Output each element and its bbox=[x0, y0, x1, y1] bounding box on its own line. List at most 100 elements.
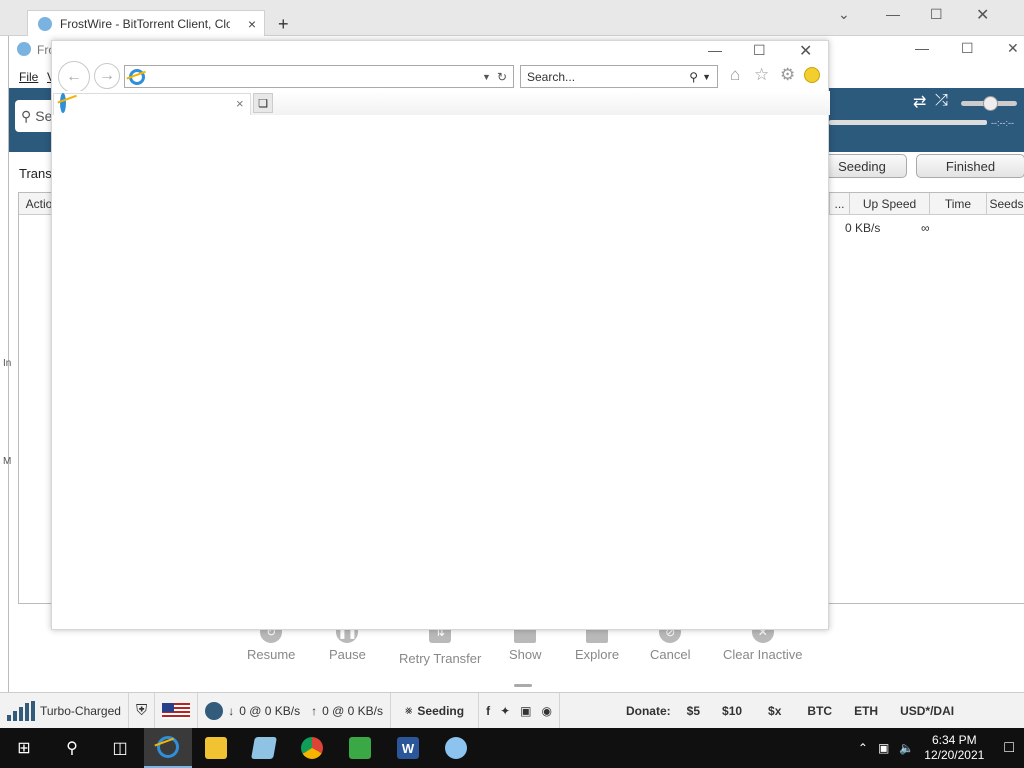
donate-5-button[interactable]: $5 bbox=[679, 704, 708, 718]
col-seeds[interactable]: Seeds bbox=[986, 193, 1024, 215]
progress-slider[interactable] bbox=[829, 120, 987, 125]
clock[interactable]: 6:34 PM 12/20/2021 bbox=[924, 733, 984, 763]
clock-time: 6:34 PM bbox=[931, 733, 977, 747]
folder-icon bbox=[205, 737, 227, 759]
left-edge-label-b: M bbox=[3, 456, 12, 467]
discord-icon[interactable]: ◉ bbox=[542, 704, 552, 718]
file-explorer-button[interactable] bbox=[192, 728, 240, 768]
shuffle-icon[interactable]: ⤮ bbox=[935, 92, 948, 110]
chrome-taskbar-button[interactable] bbox=[288, 728, 336, 768]
windows-logo-icon: ⊞ bbox=[17, 740, 31, 757]
globe-icon bbox=[38, 16, 52, 31]
refresh-icon[interactable]: ↻ bbox=[497, 70, 507, 84]
chevron-up-icon[interactable]: ⌃ bbox=[858, 741, 868, 755]
browser-tab[interactable]: FrostWire - BitTorrent Client, Clou × bbox=[27, 10, 265, 36]
donate-usd-dai-button[interactable]: USD*/DAI bbox=[886, 704, 962, 718]
search-taskbar-button[interactable]: ⚲ bbox=[48, 728, 96, 768]
share-icon: ⨳ bbox=[404, 703, 413, 717]
forward-button[interactable]: → bbox=[94, 63, 120, 89]
col-time[interactable]: Time bbox=[929, 193, 986, 215]
shield-status[interactable]: ⛨ bbox=[129, 692, 156, 729]
dropdown-arrow-icon[interactable]: ▼ bbox=[482, 72, 491, 82]
browser-titlebar: FrostWire - BitTorrent Client, Clou × + … bbox=[0, 0, 1024, 36]
ie-maximize-button[interactable]: ☐ bbox=[753, 42, 766, 59]
seeding-status[interactable]: ⨳ Seeding bbox=[391, 692, 480, 729]
home-icon[interactable]: ⌂ bbox=[730, 65, 740, 85]
chevron-down-icon[interactable]: ⌄ bbox=[838, 6, 850, 23]
resize-handle[interactable] bbox=[514, 684, 532, 687]
resume-label: Resume bbox=[247, 647, 296, 662]
row-up-speed: 0 KB/s bbox=[845, 221, 881, 235]
fw-minimize-button[interactable]: — bbox=[915, 40, 929, 56]
new-tab-button[interactable]: + bbox=[278, 14, 289, 35]
frostwire-taskbar-button[interactable] bbox=[432, 728, 480, 768]
task-view-button[interactable]: ◫ bbox=[96, 728, 144, 768]
volume-muted-icon[interactable]: 🔈 bbox=[899, 741, 914, 755]
donate-btc-button[interactable]: BTC bbox=[789, 704, 840, 718]
upload-rate: 0 @ 0 KB/s bbox=[322, 703, 383, 718]
volume-slider[interactable] bbox=[961, 96, 1017, 111]
network-icon[interactable]: ▣ bbox=[878, 741, 889, 755]
donate-label: Donate: bbox=[625, 703, 671, 718]
ie-taskbar-button[interactable] bbox=[144, 728, 192, 768]
smiley-feedback-icon[interactable] bbox=[804, 67, 820, 83]
filter-finished-button[interactable]: Finished bbox=[916, 154, 1024, 178]
search-icon[interactable]: ⚲ bbox=[689, 70, 698, 84]
ie-titlebar: — ☐ ✕ bbox=[52, 41, 830, 63]
instagram-icon[interactable]: ▣ bbox=[520, 704, 531, 718]
taskbar: ⊞ ⚲ ◫ W ⌃ ▣ 🔈 6:34 PM 12/20/2021 □ bbox=[0, 728, 1024, 768]
word-taskbar-button[interactable]: W bbox=[384, 728, 432, 768]
ie-new-tab-button[interactable]: ❏ bbox=[253, 93, 273, 113]
transfers-label: Transf bbox=[19, 166, 56, 181]
app-taskbar-button[interactable] bbox=[240, 728, 288, 768]
minimize-button[interactable]: — bbox=[886, 6, 900, 22]
fw-close-button[interactable]: ✕ bbox=[1007, 40, 1019, 57]
maximize-button[interactable]: ☐ bbox=[930, 6, 943, 23]
ie-minimize-button[interactable]: — bbox=[708, 42, 722, 58]
address-bar[interactable]: ▼ ↻ bbox=[124, 65, 514, 88]
start-button[interactable]: ⊞ bbox=[0, 728, 48, 768]
menu-file[interactable]: File bbox=[19, 70, 38, 84]
network-app-taskbar-button[interactable] bbox=[336, 728, 384, 768]
ie-tab-row: × ❏ bbox=[52, 91, 830, 115]
ie-tab-close-icon[interactable]: × bbox=[236, 96, 244, 111]
system-tray: ⌃ ▣ 🔈 6:34 PM 12/20/2021 □ bbox=[858, 733, 1024, 763]
close-button[interactable]: ✕ bbox=[976, 5, 989, 25]
col-truncated[interactable]: ... bbox=[829, 193, 849, 215]
notification-icon[interactable]: □ bbox=[1004, 739, 1014, 757]
volume-knob[interactable] bbox=[983, 96, 998, 111]
language-status[interactable] bbox=[155, 692, 199, 729]
gear-icon[interactable]: ⚙ bbox=[780, 65, 795, 85]
favorites-star-icon[interactable]: ☆ bbox=[754, 65, 769, 85]
back-arrow-icon: ← bbox=[66, 68, 82, 85]
ie-tab-icon bbox=[60, 93, 66, 113]
back-button[interactable]: ← bbox=[58, 61, 90, 93]
filter-seeding-button[interactable]: Seeding bbox=[817, 154, 907, 178]
pause-label: Pause bbox=[329, 647, 366, 662]
facebook-icon[interactable]: f bbox=[486, 704, 490, 718]
twitter-icon[interactable]: ✦ bbox=[500, 704, 510, 718]
fw-search-placeholder: Se bbox=[35, 108, 53, 124]
ie-close-button[interactable]: ✕ bbox=[799, 41, 812, 61]
tab-close-icon[interactable]: × bbox=[248, 16, 256, 32]
fw-maximize-button[interactable]: ☐ bbox=[961, 40, 974, 57]
row-time: ∞ bbox=[921, 221, 930, 235]
signal-bars-icon bbox=[7, 700, 35, 721]
donate-x-button[interactable]: $x bbox=[750, 704, 789, 718]
social-links: f ✦ ▣ ◉ bbox=[479, 692, 560, 729]
ie-window: — ☐ ✕ ← → ▼ ↻ Search... ⚲ ▼ ⌂ ☆ ⚙ × ❏ bbox=[51, 40, 830, 630]
turbo-status[interactable]: Turbo-Charged bbox=[0, 692, 129, 729]
bandwidth-status: ↓ 0 @ 0 KB/s ↑ 0 @ 0 KB/s bbox=[198, 692, 391, 729]
repeat-icon[interactable]: ⇄ bbox=[913, 92, 926, 112]
donate-10-button[interactable]: $10 bbox=[708, 704, 750, 718]
ie-search-placeholder: Search... bbox=[527, 69, 576, 84]
ie-tab[interactable]: × bbox=[53, 93, 251, 115]
col-up-speed[interactable]: Up Speed bbox=[849, 193, 929, 215]
left-edge-label-a: In bbox=[3, 358, 12, 369]
new-tab-icon: ❏ bbox=[258, 97, 268, 110]
search-dropdown-icon[interactable]: ▼ bbox=[702, 72, 711, 82]
donate-eth-button[interactable]: ETH bbox=[840, 704, 886, 718]
ie-search-input[interactable]: Search... ⚲ ▼ bbox=[520, 65, 718, 88]
cancel-label: Cancel bbox=[650, 647, 691, 662]
forward-arrow-icon: → bbox=[99, 67, 115, 84]
